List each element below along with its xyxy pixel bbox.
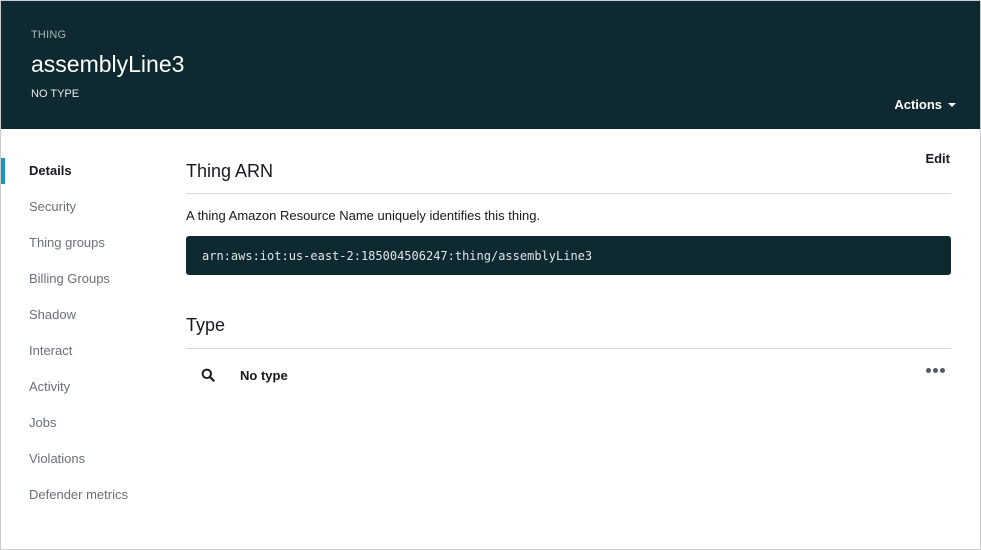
sidebar-item-details[interactable]: Details xyxy=(1,153,161,189)
sidebar-item-security[interactable]: Security xyxy=(1,189,161,225)
actions-button[interactable]: Actions xyxy=(894,97,956,112)
arn-value: arn:aws:iot:us-east-2:185004506247:thing… xyxy=(186,236,951,275)
arn-description: A thing Amazon Resource Name uniquely id… xyxy=(186,208,541,223)
arn-section-title: Thing ARN xyxy=(186,161,274,181)
thing-detail-page: THING assemblyLine3 NO TYPE Actions Deta… xyxy=(0,0,981,550)
actions-label: Actions xyxy=(894,97,942,112)
dot xyxy=(940,368,945,373)
ellipsis-icon[interactable] xyxy=(926,368,945,373)
edit-button[interactable]: Edit xyxy=(925,151,950,166)
arn-section-header: Thing ARN Edit xyxy=(186,151,951,194)
type-value: No type xyxy=(240,367,288,383)
sidebar-item-shadow[interactable]: Shadow xyxy=(1,297,161,333)
sidebar-item-violations[interactable]: Violations xyxy=(1,441,161,477)
sidebar-item-billing-groups[interactable]: Billing Groups xyxy=(1,261,161,297)
sidebar-item-label: Shadow xyxy=(29,307,76,322)
type-section-title: Type xyxy=(186,315,226,335)
page-title: assemblyLine3 xyxy=(31,51,185,77)
page-header: THING assemblyLine3 NO TYPE Actions xyxy=(1,1,980,129)
sidebar-item-thing-groups[interactable]: Thing groups xyxy=(1,225,161,261)
sidebar-item-jobs[interactable]: Jobs xyxy=(1,405,161,441)
sidebar-item-label: Security xyxy=(29,199,76,214)
sidebar-item-label: Jobs xyxy=(29,415,57,430)
resource-type-label: THING xyxy=(31,29,67,41)
sidebar-item-label: Interact xyxy=(29,343,73,358)
caret-down-icon xyxy=(948,103,956,107)
sidebar-item-label: Violations xyxy=(29,451,86,466)
type-row: No type xyxy=(186,349,951,401)
main-content: Thing ARN Edit A thing Amazon Resource N… xyxy=(186,151,951,401)
sidebar-item-label: Thing groups xyxy=(29,235,105,250)
sidebar-nav: Details Security Thing groups Billing Gr… xyxy=(1,153,161,513)
sidebar-item-interact[interactable]: Interact xyxy=(1,333,161,369)
sidebar-item-label: Details xyxy=(29,163,72,178)
type-section-header: Type xyxy=(186,315,951,349)
sidebar-item-label: Defender metrics xyxy=(29,487,128,502)
dot xyxy=(926,368,931,373)
search-icon[interactable] xyxy=(186,368,230,382)
sidebar-item-label: Billing Groups xyxy=(29,271,110,286)
dot xyxy=(933,368,938,373)
thing-type-label: NO TYPE xyxy=(31,88,80,100)
sidebar-item-label: Activity xyxy=(29,379,71,394)
sidebar-item-defender-metrics[interactable]: Defender metrics xyxy=(1,477,161,513)
sidebar-item-activity[interactable]: Activity xyxy=(1,369,161,405)
